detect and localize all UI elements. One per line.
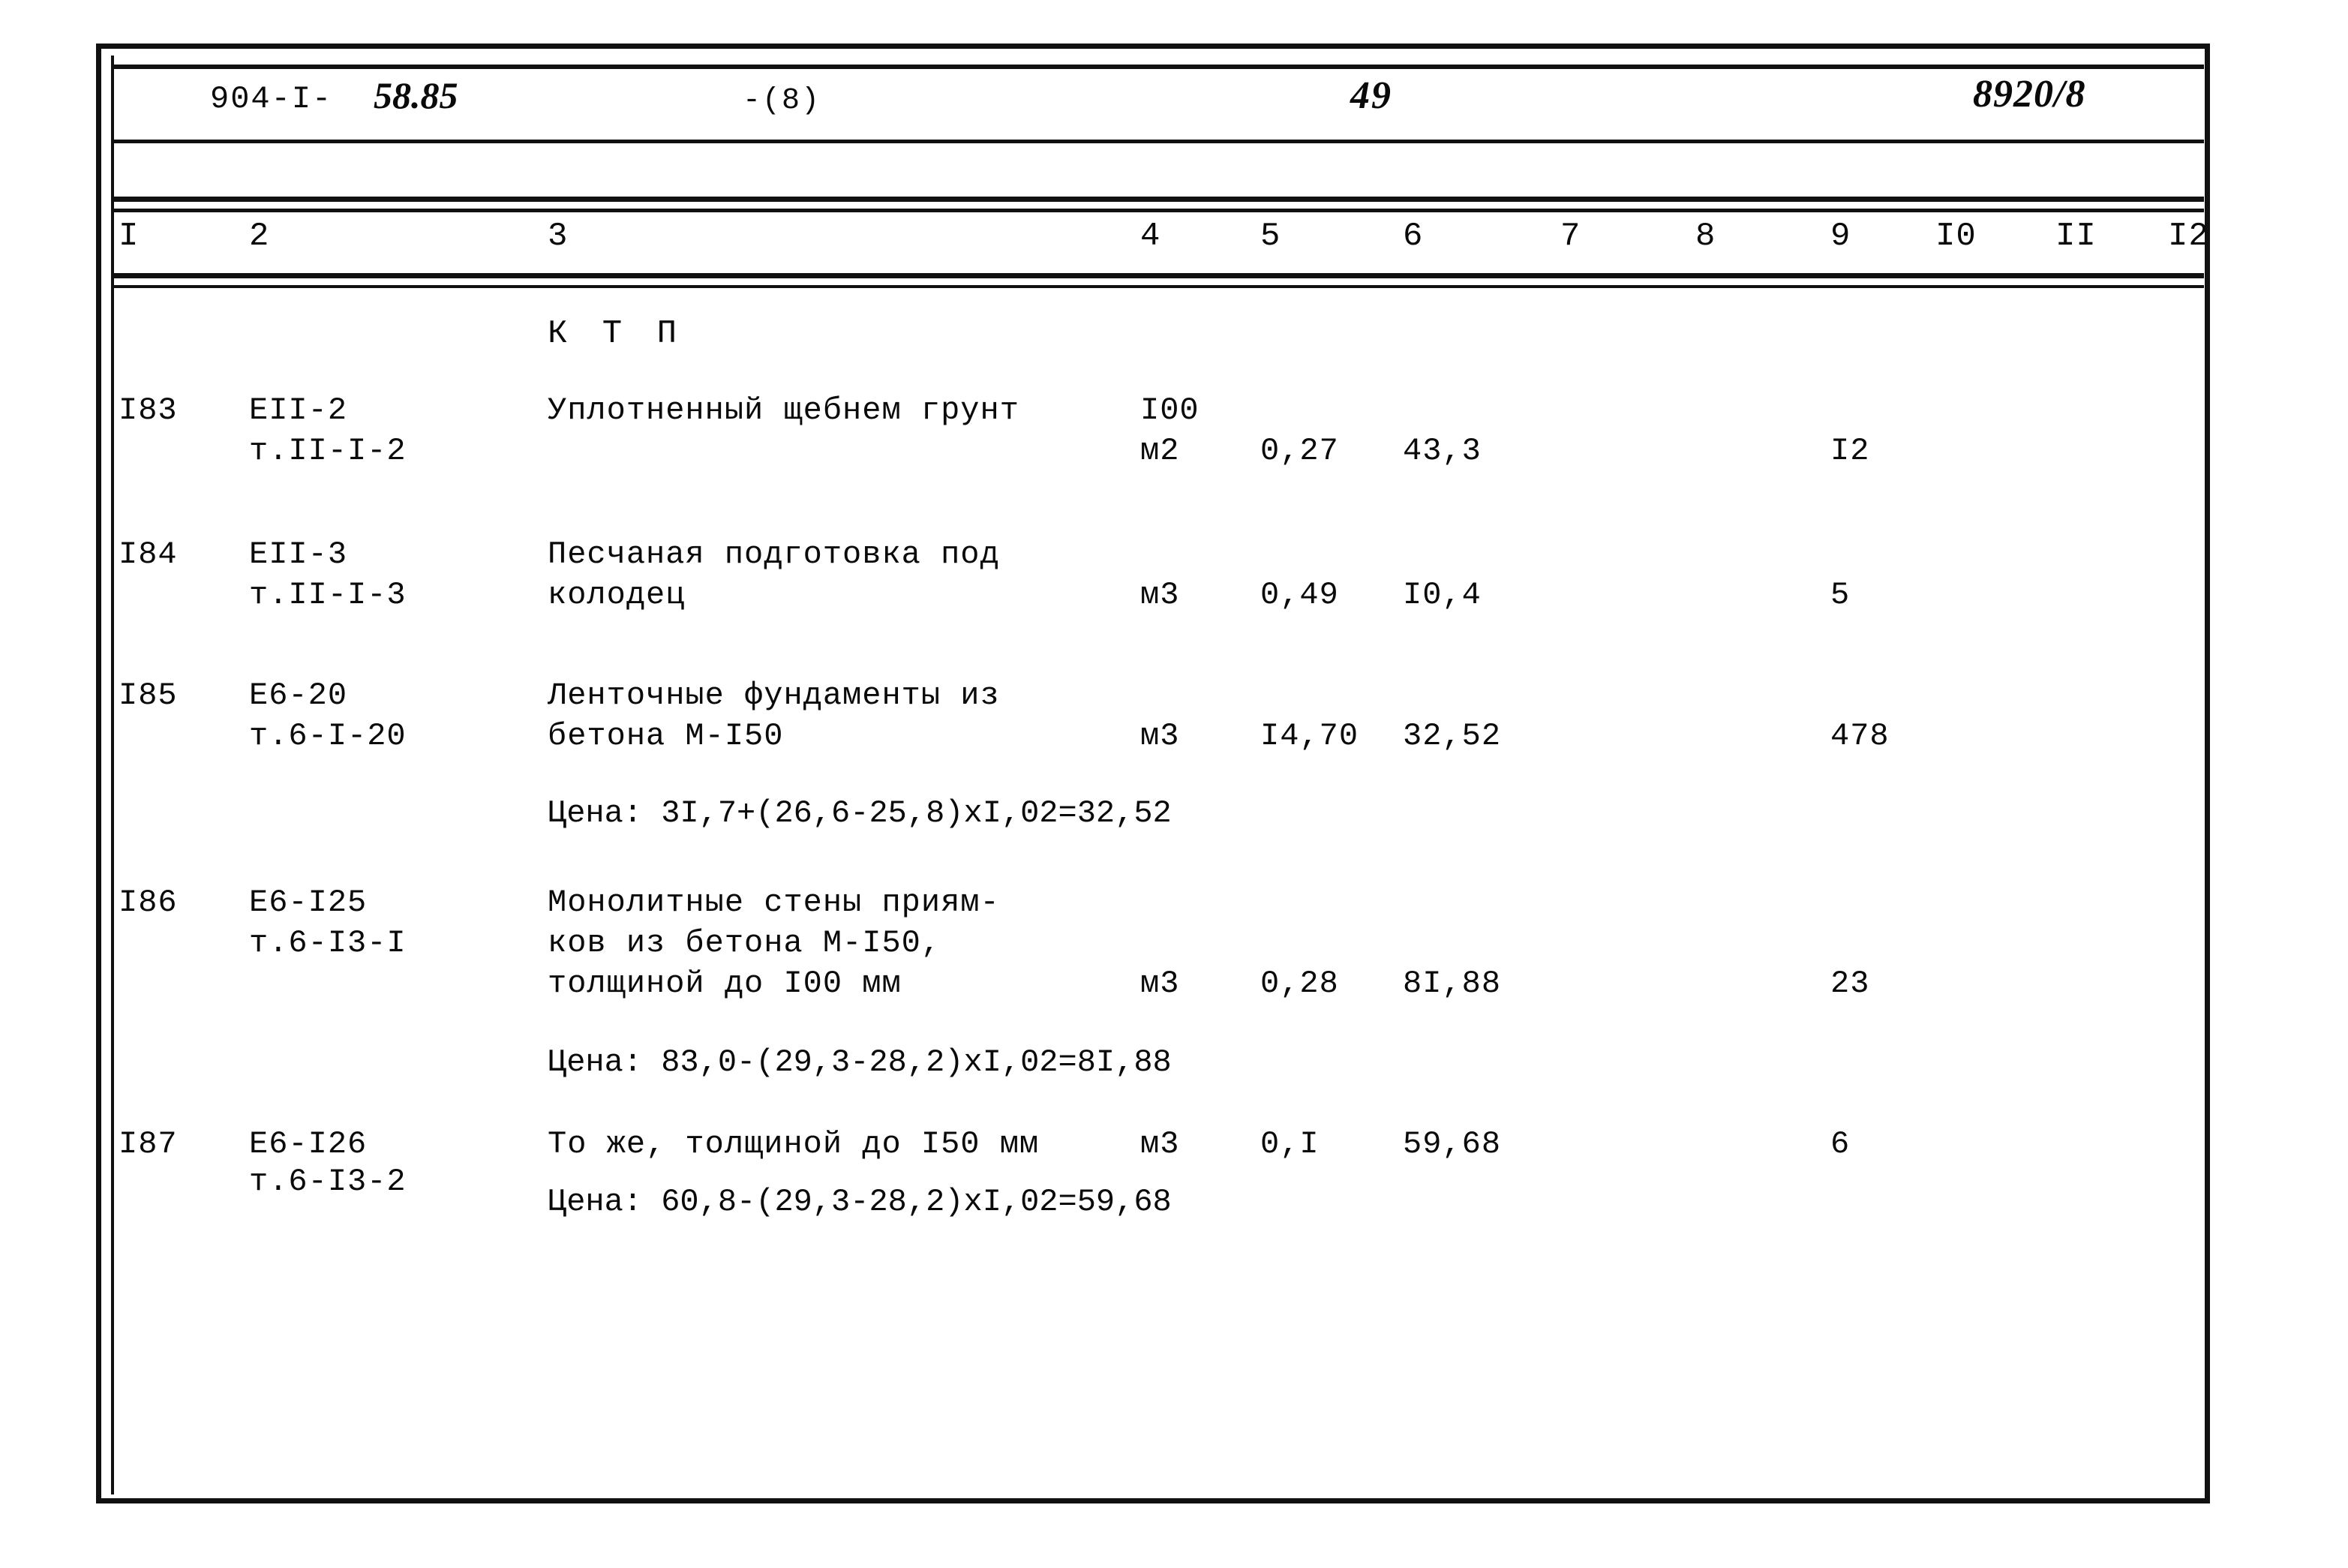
- column-header-row: I 2 3 4 5 6 7 8 9 I0 II I2: [113, 218, 2208, 270]
- row-col9: I2: [1830, 433, 1870, 469]
- column-header-5: 5: [1260, 218, 1281, 255]
- document-code-handwritten: 58.85: [374, 74, 458, 116]
- row-code: EII-2: [249, 392, 348, 428]
- scanned-document-page: 904-I- 58.85 -(8) 49 8920/8 I 2 3 4 5 6 …: [0, 0, 2348, 1568]
- row-description: То же, толщиной до I50 мм: [548, 1126, 1040, 1162]
- column-rule-bottom: [111, 273, 2204, 278]
- column-header-11: II: [2055, 218, 2097, 255]
- row-col5: 0,49: [1260, 577, 1339, 613]
- column-header-9: 9: [1830, 218, 1851, 255]
- column-header-8: 8: [1695, 218, 1716, 255]
- column-header-1: I: [119, 218, 140, 255]
- row-description-line2: колодец: [548, 577, 686, 613]
- row-unit: м2: [1140, 433, 1180, 469]
- row-col6: 59,68: [1403, 1126, 1502, 1162]
- column-header-6: 6: [1403, 218, 1424, 255]
- row-code: E6-20: [249, 677, 348, 713]
- row-col9: 6: [1830, 1126, 1851, 1162]
- row-col5: 0,I: [1260, 1126, 1320, 1162]
- row-description: Песчаная подготовка под: [548, 536, 1000, 572]
- sheet-label: -(8): [743, 84, 821, 118]
- document-header: 904-I- 58.85 -(8) 49 8920/8: [113, 68, 2205, 150]
- row-code-ref: т.6-I3-2: [249, 1164, 407, 1200]
- row-col6: 43,3: [1403, 433, 1482, 469]
- row-number: I87: [119, 1126, 178, 1162]
- column-header-10: I0: [1935, 218, 1977, 255]
- row-unit: м3: [1140, 718, 1180, 754]
- row-col6: 8I,88: [1403, 966, 1502, 1002]
- row-description-line3: толщиной до I00 мм: [548, 966, 902, 1002]
- column-header-12: I2: [2168, 218, 2209, 255]
- row-col5: 0,27: [1260, 433, 1339, 469]
- row-col6: 32,52: [1403, 718, 1502, 754]
- row-price-formula: Цена: 3I,7+(26,6-25,8)xI,02=32,52: [548, 795, 1172, 831]
- archive-stamp: 8920/8: [1973, 73, 2086, 116]
- row-unit: м3: [1140, 1126, 1180, 1162]
- row-col9: 478: [1830, 718, 1890, 754]
- row-description: Ленточные фундаменты из: [548, 677, 1000, 713]
- section-title: К Т П: [548, 315, 685, 353]
- header-rule-bottom: [111, 140, 2204, 143]
- row-description: Уплотненный щебнем грунт: [548, 392, 1019, 428]
- document-code: 904-I-: [210, 81, 333, 117]
- row-unit-top: I00: [1140, 392, 1200, 428]
- row-col5: I4,70: [1260, 718, 1359, 754]
- row-col6: I0,4: [1403, 577, 1482, 613]
- row-code-ref: т.II-I-2: [249, 433, 407, 469]
- column-header-7: 7: [1560, 218, 1581, 255]
- column-rule-top: [111, 197, 2204, 202]
- row-code: EII-3: [249, 536, 348, 572]
- row-price-formula: Цена: 60,8-(29,3-28,2)xI,02=59,68: [548, 1184, 1172, 1220]
- row-number: I86: [119, 885, 178, 921]
- row-unit: м3: [1140, 966, 1180, 1002]
- row-number: I85: [119, 677, 178, 713]
- column-rule-top-secondary: [111, 209, 2204, 212]
- row-code: E6-I25: [249, 885, 368, 921]
- row-col9: 23: [1830, 966, 1870, 1002]
- page-number: 49: [1350, 74, 1392, 117]
- row-col9: 5: [1830, 577, 1851, 613]
- row-description-line2: ков из бетона М-I50,: [548, 925, 941, 961]
- row-code-ref: т.6-I3-I: [249, 925, 407, 961]
- row-code-ref: т.6-I-20: [249, 718, 407, 754]
- row-number: I84: [119, 536, 178, 572]
- row-description-line2: бетона М-I50: [548, 718, 784, 754]
- column-rule-bottom-secondary: [111, 285, 2204, 288]
- row-unit: м3: [1140, 577, 1180, 613]
- row-description: Монолитные стены приям-: [548, 885, 1000, 921]
- column-header-3: 3: [548, 218, 569, 255]
- table-body: К Т П I83 EII-2 т.II-I-2 Уплотненный щеб…: [113, 300, 2205, 1485]
- row-number: I83: [119, 392, 178, 428]
- header-rule-top: [111, 65, 2204, 69]
- column-header-4: 4: [1140, 218, 1161, 255]
- row-col5: 0,28: [1260, 966, 1339, 1002]
- row-code: E6-I26: [249, 1126, 368, 1162]
- row-code-ref: т.II-I-3: [249, 577, 407, 613]
- column-header-2: 2: [249, 218, 270, 255]
- row-price-formula: Цена: 83,0-(29,3-28,2)xI,02=8I,88: [548, 1044, 1172, 1080]
